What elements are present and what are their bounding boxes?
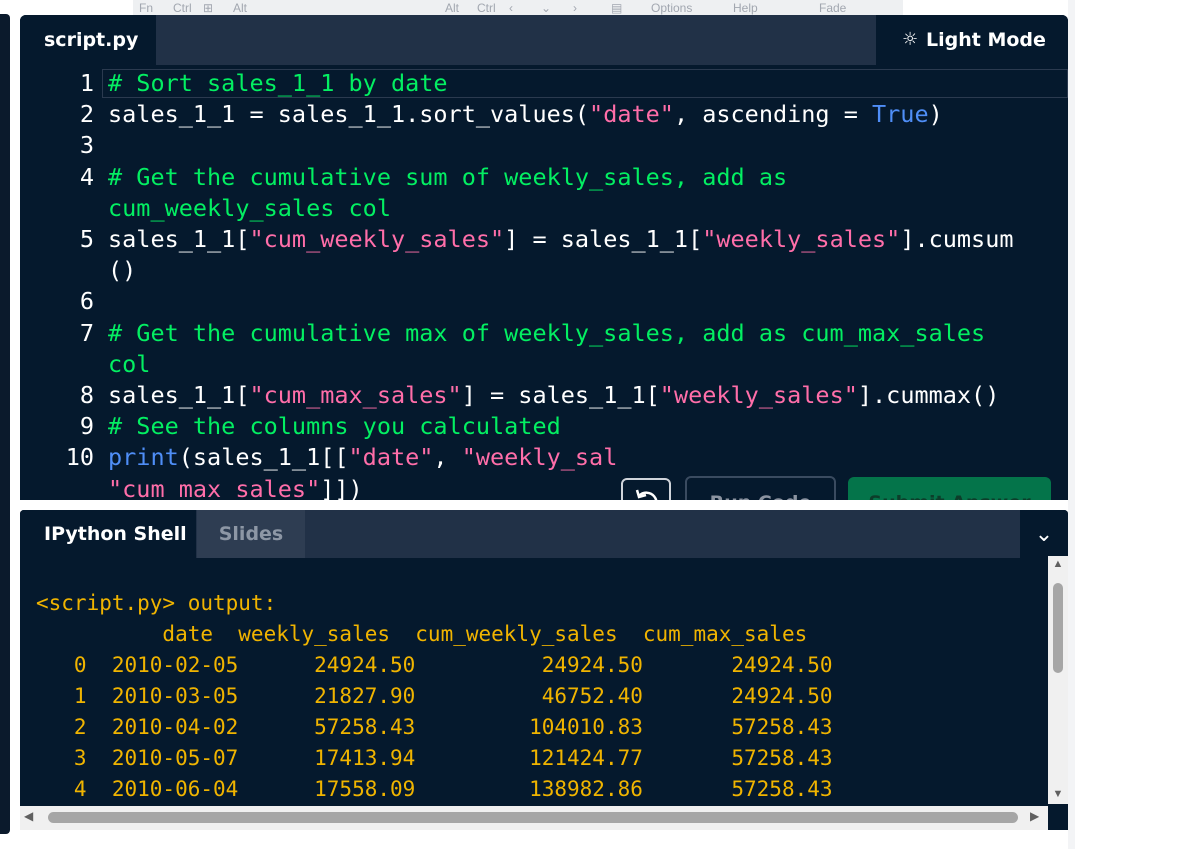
code-token: ].cumsum xyxy=(900,225,1014,253)
code-token: , xyxy=(433,443,462,472)
line-number: 7 xyxy=(79,318,94,347)
ctrl-key-right[interactable]: Ctrl xyxy=(477,1,496,15)
light-mode-label: Light Mode xyxy=(926,29,1046,51)
chevron-right-icon[interactable]: › xyxy=(573,1,577,15)
line-number: 10 xyxy=(65,443,94,472)
line-number: 5 xyxy=(79,225,94,253)
code-text: # Get the cumulative sum of weekly_sales… xyxy=(108,162,787,193)
reset-button[interactable] xyxy=(621,478,671,500)
chevron-left-icon[interactable]: ‹ xyxy=(509,1,513,15)
horizontal-scroll-thumb[interactable] xyxy=(48,812,1018,823)
fade-button[interactable]: Fade xyxy=(819,1,846,15)
code-text: col xyxy=(108,349,150,380)
output-row: 1 2010-03-05 21827.90 46752.40 24924.50 xyxy=(36,684,833,708)
code-text: () xyxy=(108,255,136,286)
code-token: "date" xyxy=(348,443,434,472)
editor-tab-bar: script.py ☼ Light Mode xyxy=(20,15,1068,65)
output-row: 3 2010-05-07 17413.94 121424.77 57258.43 xyxy=(36,746,833,770)
code-token: True xyxy=(872,100,929,129)
shell-tab-bar: IPython Shell Slides ⌄ xyxy=(20,510,1068,558)
code-token: # Get the cumulative sum of weekly_sales… xyxy=(108,162,788,191)
code-token: ) xyxy=(928,100,943,129)
help-menu[interactable]: Help xyxy=(733,1,758,15)
code-token: cum_weekly_sales col xyxy=(108,193,391,222)
sun-icon: ☼ xyxy=(902,29,919,50)
windows-key-icon[interactable]: ⊞ xyxy=(203,1,213,15)
options-menu[interactable]: Options xyxy=(651,1,692,15)
submit-answer-button[interactable]: Submit Answer xyxy=(848,477,1051,500)
code-token: sales_1_1[ xyxy=(108,381,250,409)
code-token: () xyxy=(108,256,137,285)
code-token: ]]) xyxy=(320,474,363,500)
line-number: 1 xyxy=(79,69,94,97)
code-text: sales_1_1["cum_max_sales"] = sales_1_1["… xyxy=(108,380,999,411)
output-columns: date weekly_sales cum_weekly_sales cum_m… xyxy=(36,622,808,646)
code-token: sales_1_1 = sales_1_1.sort_values( xyxy=(108,100,590,129)
code-token: ].cummax() xyxy=(857,381,1000,409)
left-panel-edge xyxy=(0,14,10,834)
scroll-right-arrow-icon[interactable]: ▶ xyxy=(1030,809,1039,823)
vertical-scroll-thumb[interactable] xyxy=(1053,583,1063,673)
alt-key-right[interactable]: Alt xyxy=(445,1,459,15)
output-row: 2 2010-04-02 57258.43 104010.83 57258.43 xyxy=(36,715,833,739)
code-token: "cum_max_sales" xyxy=(108,474,321,500)
code-token: , ascending = xyxy=(673,100,873,129)
code-token: ] = sales_1_1[ xyxy=(461,381,660,409)
line-number: 2 xyxy=(79,100,94,129)
right-blank-area xyxy=(1075,0,1199,849)
code-token: "cum_max_sales" xyxy=(249,381,462,409)
code-token: "weekly_sales" xyxy=(702,225,901,253)
scroll-up-arrow-icon[interactable]: ▲ xyxy=(1050,558,1066,574)
code-token: col xyxy=(108,349,151,378)
fn-key[interactable]: Fn xyxy=(139,1,153,15)
code-token: # See the columns you calculated xyxy=(108,412,561,441)
scroll-down-arrow-icon[interactable]: ▼ xyxy=(1050,788,1066,804)
code-token: "weekly_sales" xyxy=(659,381,858,409)
code-token: (sales_1_1[[ xyxy=(178,443,349,472)
line-number: 8 xyxy=(79,381,94,409)
scroll-left-arrow-icon[interactable]: ◀ xyxy=(24,809,33,823)
line-number: 4 xyxy=(79,162,94,191)
output-header: <script.py> output: xyxy=(36,591,277,615)
ctrl-key[interactable]: Ctrl xyxy=(173,1,192,15)
line-number: 9 xyxy=(79,412,94,441)
code-text: sales_1_1["cum_weekly_sales"] = sales_1_… xyxy=(108,224,1014,255)
keyboard-icon[interactable]: ▤ xyxy=(611,1,622,15)
code-text: "cum_max_sales"]]) xyxy=(108,474,363,500)
code-area[interactable]: 1 # Sort sales_1_1 by date 2 sales_1_1 = sa… xyxy=(20,65,1068,500)
code-text: # Sort sales_1_1 by date xyxy=(108,68,448,99)
tab-script-py[interactable]: script.py xyxy=(20,15,156,65)
line-number: 6 xyxy=(79,287,94,316)
ipython-shell-panel: IPython Shell Slides ⌄ <script.py> outpu… xyxy=(20,510,1068,830)
chevron-down-icon[interactable]: ⌄ xyxy=(1020,510,1068,558)
code-text: # See the columns you calculated xyxy=(108,411,561,442)
code-token: print xyxy=(108,443,179,472)
code-text: sales_1_1 = sales_1_1.sort_values("date"… xyxy=(108,99,943,130)
code-token: # Get the cumulative max of weekly_sales… xyxy=(108,318,986,347)
output-row: 0 2010-02-05 24924.50 24924.50 24924.50 xyxy=(36,653,833,677)
code-text: # Get the cumulative max of weekly_sales… xyxy=(108,318,985,349)
tab-slides[interactable]: Slides xyxy=(197,510,305,558)
code-editor-panel: script.py ☼ Light Mode 1 # Sort sales_1_1 … xyxy=(20,15,1068,500)
code-token: sales_1_1[ xyxy=(108,225,250,253)
code-token: # Sort sales_1_1 by date xyxy=(108,69,448,97)
code-token: "cum_weekly_sales" xyxy=(249,225,505,253)
code-token: ] = sales_1_1[ xyxy=(504,225,703,253)
code-token: "date" xyxy=(589,100,674,129)
tab-ipython-shell[interactable]: IPython Shell xyxy=(20,510,196,558)
line-number: 3 xyxy=(79,131,94,160)
light-mode-toggle[interactable]: ☼ Light Mode xyxy=(876,15,1068,65)
alt-key[interactable]: Alt xyxy=(233,1,247,15)
chevron-down-small-icon[interactable]: ⌄ xyxy=(541,1,551,15)
reset-icon xyxy=(635,489,658,500)
code-token: "weekly_sal xyxy=(461,443,618,472)
output-row: 4 2010-06-04 17558.09 138982.86 57258.43 xyxy=(36,777,833,801)
run-code-button[interactable]: Run Code xyxy=(685,476,836,500)
code-text: cum_weekly_sales col xyxy=(108,193,391,224)
code-text: print(sales_1_1[["date", "weekly_sal xyxy=(108,442,617,473)
